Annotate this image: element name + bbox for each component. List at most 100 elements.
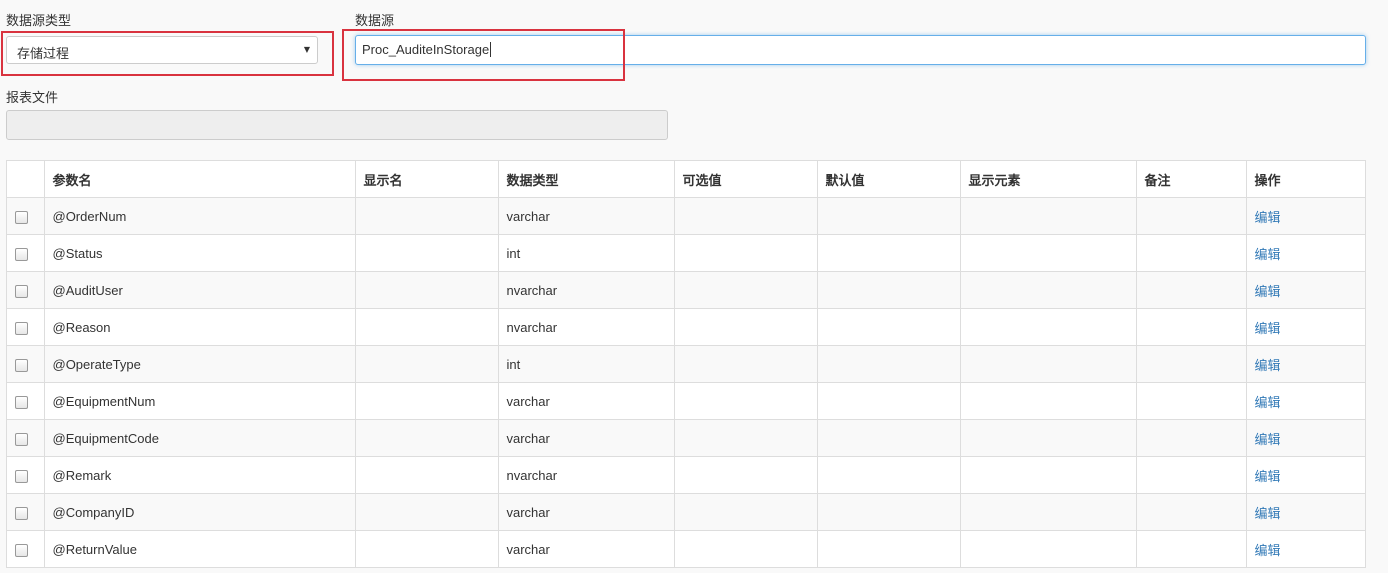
cell-element — [960, 382, 1137, 420]
cell-action: 编辑 — [1246, 234, 1365, 272]
row-select-cell — [7, 456, 45, 494]
header-param-name: 参数名 — [44, 161, 356, 198]
table-row: @EquipmentCode varchar 编辑 — [7, 419, 1365, 457]
datasource-type-select[interactable]: 存储过程 ▼ — [6, 36, 318, 64]
cell-remark — [1136, 345, 1247, 383]
row-checkbox[interactable] — [15, 358, 28, 372]
edit-link[interactable]: 编辑 — [1255, 247, 1281, 262]
cell-type: int — [498, 234, 675, 272]
cell-options — [674, 271, 818, 309]
cell-default — [817, 197, 961, 235]
cell-action: 编辑 — [1246, 308, 1365, 346]
table-row: @Reason nvarchar 编辑 — [7, 308, 1365, 346]
cell-action: 编辑 — [1246, 197, 1365, 235]
row-checkbox[interactable] — [15, 247, 28, 261]
header-options: 可选值 — [674, 161, 818, 198]
row-checkbox[interactable] — [15, 506, 28, 520]
header-action: 操作 — [1246, 161, 1365, 198]
edit-link[interactable]: 编辑 — [1255, 210, 1281, 225]
row-select-cell — [7, 308, 45, 346]
table-row: @ReturnValue varchar 编辑 — [7, 530, 1365, 567]
cell-action: 编辑 — [1246, 530, 1365, 567]
cell-options — [674, 345, 818, 383]
table-header-row: 参数名 显示名 数据类型 可选值 默认值 显示元素 备注 操作 — [7, 161, 1365, 198]
cell-display — [355, 382, 499, 420]
cell-display — [355, 308, 499, 346]
cell-default — [817, 234, 961, 272]
cell-options — [674, 493, 818, 531]
header-display-element: 显示元素 — [960, 161, 1137, 198]
edit-link[interactable]: 编辑 — [1255, 506, 1281, 521]
header-data-type: 数据类型 — [498, 161, 675, 198]
cell-default — [817, 456, 961, 494]
cell-remark — [1136, 493, 1247, 531]
cell-default — [817, 419, 961, 457]
cell-remark — [1136, 456, 1247, 494]
cell-type: nvarchar — [498, 271, 675, 309]
cell-action: 编辑 — [1246, 493, 1365, 531]
edit-link[interactable]: 编辑 — [1255, 395, 1281, 410]
caret-down-icon: ▼ — [303, 45, 310, 54]
datasource-label: 数据源 — [355, 14, 395, 29]
cell-action: 编辑 — [1246, 271, 1365, 309]
row-checkbox[interactable] — [15, 469, 28, 483]
cell-element — [960, 234, 1137, 272]
cell-default — [817, 382, 961, 420]
cell-default — [817, 271, 961, 309]
cell-type: nvarchar — [498, 308, 675, 346]
cell-type: varchar — [498, 419, 675, 457]
cell-remark — [1136, 308, 1247, 346]
cell-element — [960, 530, 1137, 567]
edit-link[interactable]: 编辑 — [1255, 432, 1281, 447]
cell-element — [960, 345, 1137, 383]
edit-link[interactable]: 编辑 — [1255, 469, 1281, 484]
cell-display — [355, 456, 499, 494]
table-row: @AuditUser nvarchar 编辑 — [7, 271, 1365, 309]
row-select-cell — [7, 530, 45, 567]
cell-name: @Status — [44, 234, 356, 272]
row-checkbox[interactable] — [15, 432, 28, 446]
edit-link[interactable]: 编辑 — [1255, 321, 1281, 336]
edit-link[interactable]: 编辑 — [1255, 284, 1281, 299]
row-select-cell — [7, 234, 45, 272]
cell-type: nvarchar — [498, 456, 675, 494]
text-cursor — [490, 42, 492, 57]
report-file-input[interactable] — [6, 110, 668, 140]
header-default: 默认值 — [817, 161, 961, 198]
row-checkbox[interactable] — [15, 543, 28, 557]
cell-display — [355, 345, 499, 383]
cell-display — [355, 197, 499, 235]
cell-name: @OrderNum — [44, 197, 356, 235]
table-row: @CompanyID varchar 编辑 — [7, 493, 1365, 531]
cell-type: varchar — [498, 493, 675, 531]
cell-remark — [1136, 419, 1247, 457]
edit-link[interactable]: 编辑 — [1255, 358, 1281, 373]
table-row: @EquipmentNum varchar 编辑 — [7, 382, 1365, 420]
datasource-input[interactable]: Proc_AuditeInStorage — [355, 35, 1366, 65]
row-select-cell — [7, 345, 45, 383]
cell-display — [355, 493, 499, 531]
cell-element — [960, 419, 1137, 457]
edit-link[interactable]: 编辑 — [1255, 543, 1281, 558]
cell-action: 编辑 — [1246, 419, 1365, 457]
cell-options — [674, 419, 818, 457]
cell-type: varchar — [498, 197, 675, 235]
datasource-type-label: 数据源类型 — [6, 14, 72, 29]
cell-remark — [1136, 382, 1247, 420]
report-file-label: 报表文件 — [6, 91, 59, 106]
parameters-table: 参数名 显示名 数据类型 可选值 默认值 显示元素 备注 操作 @OrderNu… — [6, 160, 1366, 568]
cell-options — [674, 197, 818, 235]
table-row: @Remark nvarchar 编辑 — [7, 456, 1365, 494]
cell-default — [817, 308, 961, 346]
row-select-cell — [7, 197, 45, 235]
cell-remark — [1136, 197, 1247, 235]
row-select-cell — [7, 419, 45, 457]
cell-default — [817, 493, 961, 531]
row-checkbox[interactable] — [15, 395, 28, 409]
cell-options — [674, 382, 818, 420]
row-checkbox[interactable] — [15, 210, 28, 224]
row-checkbox[interactable] — [15, 284, 28, 298]
row-checkbox[interactable] — [15, 321, 28, 335]
cell-options — [674, 308, 818, 346]
cell-name: @CompanyID — [44, 493, 356, 531]
